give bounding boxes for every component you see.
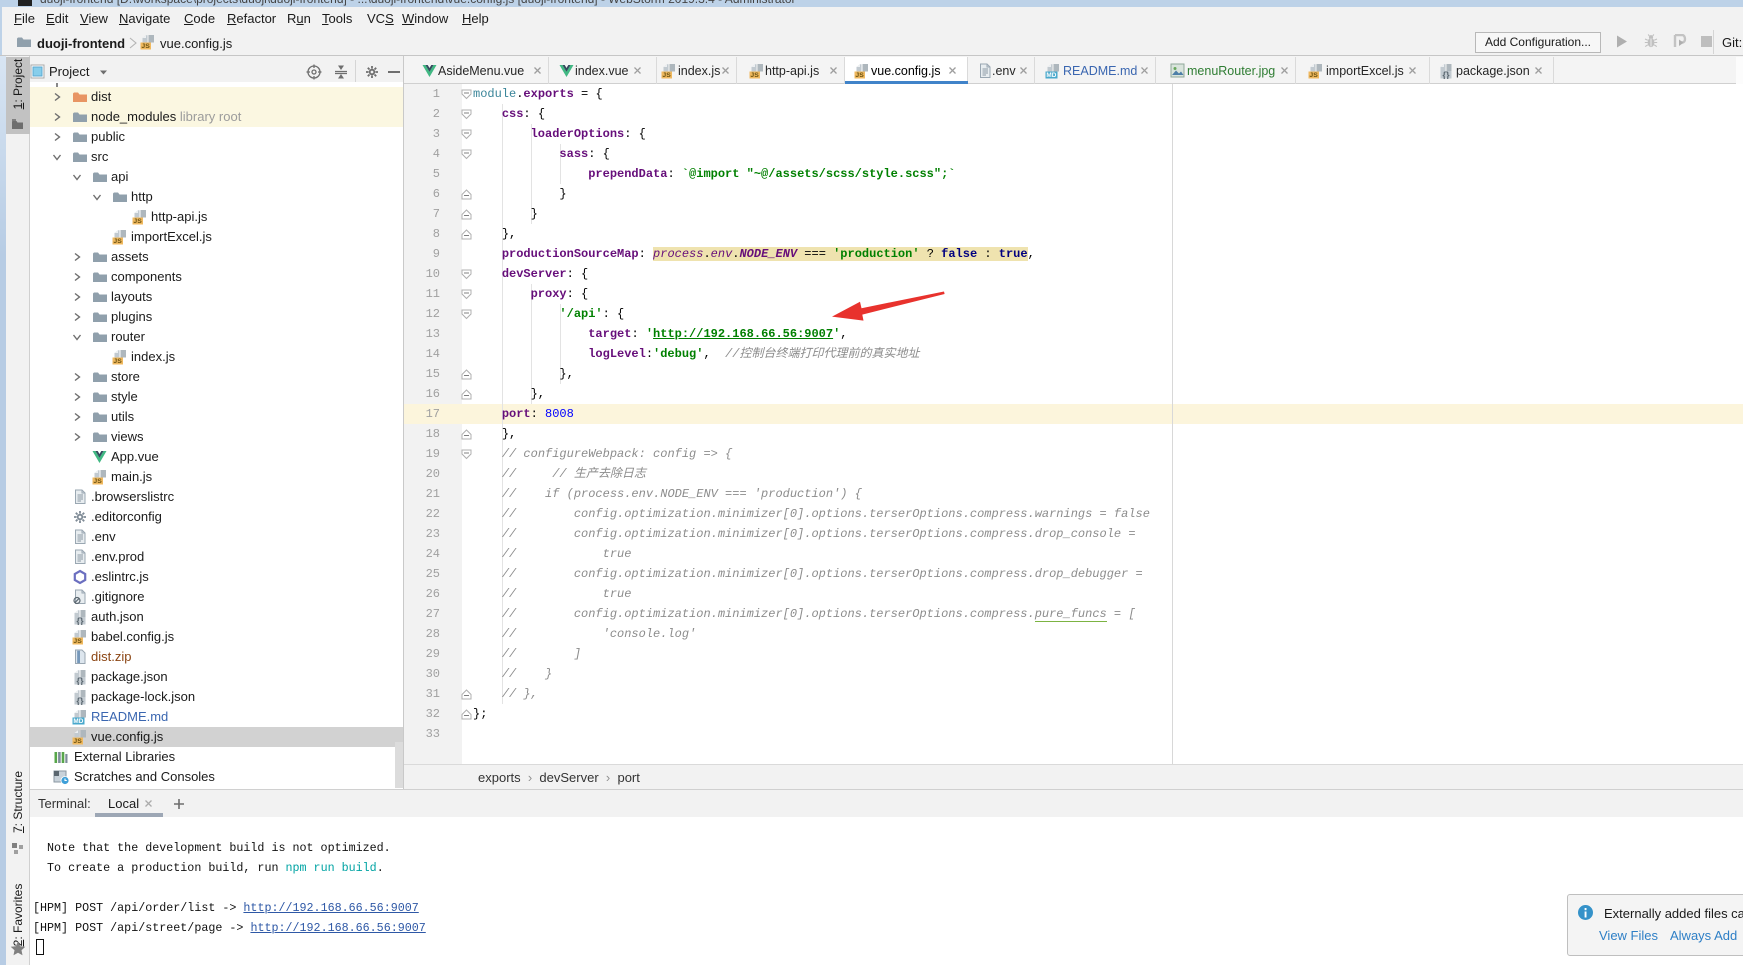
svg-text:JS: JS bbox=[113, 238, 122, 245]
svg-text:JS: JS bbox=[662, 72, 671, 79]
svg-text:JS: JS bbox=[1309, 72, 1318, 79]
svg-text:JS: JS bbox=[855, 72, 864, 79]
svg-text:JS: JS bbox=[73, 738, 82, 745]
svg-text:{}: {} bbox=[76, 616, 84, 625]
svg-text:{}: {} bbox=[1442, 70, 1450, 79]
svg-text:JS: JS bbox=[113, 358, 122, 365]
svg-text:JS: JS bbox=[73, 638, 82, 645]
svg-text:JS: JS bbox=[141, 43, 150, 50]
svg-text:{}: {} bbox=[76, 696, 84, 705]
svg-text:MD: MD bbox=[1046, 72, 1056, 79]
svg-text:JS: JS bbox=[133, 218, 142, 225]
svg-text:MD: MD bbox=[73, 718, 83, 725]
svg-text:{}: {} bbox=[76, 676, 84, 685]
svg-text:JS: JS bbox=[750, 72, 759, 79]
svg-text:JS: JS bbox=[93, 478, 102, 485]
